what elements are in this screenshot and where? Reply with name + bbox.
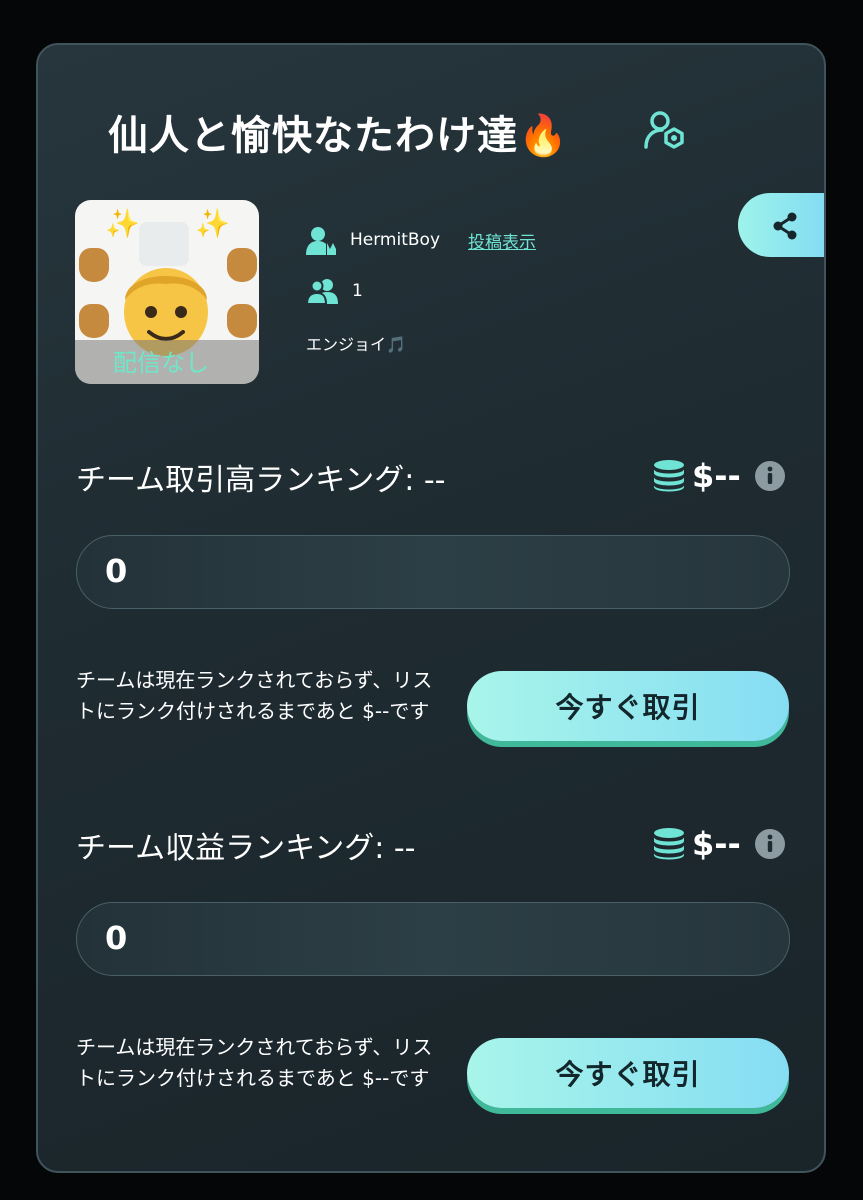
volume-ranking-note: チームは現在ランクされておらず、リストにランク付けされるまであと $--です [76, 668, 433, 723]
profit-ranking-note: チームは現在ランクされておらず、リストにランク付けされるまであと $--です [76, 1035, 433, 1090]
profit-ranking-amount: $-- [652, 825, 785, 863]
trade-now-label: 今すぐ取引 [555, 691, 701, 724]
info-icon[interactable] [754, 461, 785, 491]
info-icon[interactable] [754, 829, 785, 859]
coin-stack-icon [654, 460, 684, 492]
volume-value-field: 0 [76, 535, 790, 609]
trade-now-label: 今すぐ取引 [555, 1058, 701, 1091]
money-bag-icon [79, 304, 109, 338]
team-card: 仙人と愉快なたわけ達🔥 ✨ ✨ 配信なし HermitBoy 投稿表示 1 エン… [36, 43, 826, 1173]
share-icon [773, 212, 797, 240]
volume-value: 0 [105, 552, 128, 590]
owner-name: HermitBoy [350, 230, 441, 250]
share-button[interactable] [738, 193, 824, 257]
money-bag-icon [79, 248, 109, 282]
owner-row: HermitBoy 投稿表示 [306, 225, 536, 255]
profit-amount: $-- [692, 825, 741, 863]
team-title: 仙人と愉快なたわけ達🔥 [108, 113, 569, 159]
sparkles-icon: ✨ [105, 207, 140, 240]
team-avatar[interactable]: ✨ ✨ 配信なし [75, 200, 259, 384]
member-count: 1 [352, 281, 363, 301]
money-bag-icon [227, 248, 257, 282]
money-bag-icon [227, 304, 257, 338]
volume-amount: $-- [692, 457, 741, 495]
trade-now-button[interactable]: 今すぐ取引 [467, 1038, 789, 1108]
view-posts-link[interactable]: 投稿表示 [468, 228, 536, 253]
profit-value-field: 0 [76, 902, 790, 976]
live-status-label: 配信なし [113, 349, 209, 377]
profit-value: 0 [105, 919, 128, 957]
volume-ranking-label: チーム取引高ランキング: -- [76, 463, 446, 498]
members-row: 1 [306, 278, 363, 304]
profit-ranking-label: チーム収益ランキング: -- [76, 831, 416, 866]
coin-stack-icon [654, 828, 684, 860]
team-settings-icon[interactable] [642, 107, 688, 153]
owner-icon [306, 227, 336, 255]
team-description: エンジョイ🎵 [306, 335, 406, 354]
sparkles-icon: ✨ [195, 207, 230, 240]
trade-now-button[interactable]: 今すぐ取引 [467, 671, 789, 741]
members-icon [306, 279, 338, 304]
volume-ranking-amount: $-- [652, 457, 785, 495]
